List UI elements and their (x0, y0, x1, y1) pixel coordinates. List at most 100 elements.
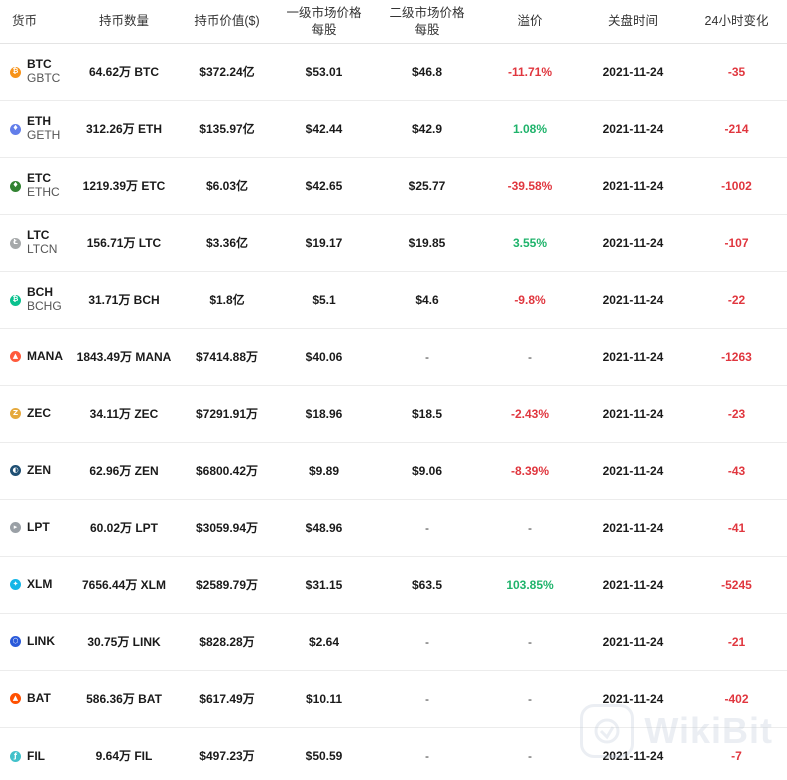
coin-symbol: ETC (27, 171, 51, 186)
header-premium: 溢价 (517, 14, 543, 29)
table-row[interactable]: ₿ BCH BCHG 31.71万 BCH $1.8亿 $5.1 $4.6 -9… (0, 272, 787, 329)
table-row[interactable]: ♦ ETH GETH 312.26万 ETH $135.97亿 $42.44 $… (0, 101, 787, 158)
premium-cell: - (528, 520, 532, 535)
secondary-price-cell: - (425, 691, 429, 706)
premium-cell: -2.43% (510, 406, 550, 421)
change-24h-cell: -35 (727, 64, 746, 79)
header-primary-price-line2: 每股 (311, 22, 337, 37)
table-row[interactable]: ▲ BAT 586.36万 BAT $617.49万 $10.11 - - 20… (0, 671, 787, 728)
secondary-price-cell: - (425, 749, 429, 764)
table-row[interactable]: ƒ FIL 9.64万 FIL $497.23万 $50.59 - - 2021… (0, 728, 787, 780)
holdings-cell: 312.26万 ETH (85, 121, 163, 136)
secondary-price-cell: $42.9 (411, 121, 443, 136)
coin: ♦ ETH GETH (10, 114, 60, 143)
change-24h-cell: -1263 (721, 349, 752, 364)
value-cell: $135.97亿 (199, 121, 255, 136)
coin-names: XLM (27, 577, 52, 592)
premium-cell: - (528, 634, 532, 649)
coin-cell[interactable]: Z ZEC (0, 406, 68, 421)
table-row[interactable]: ♦ ETC ETHC 1219.39万 ETC $6.03亿 $42.65 $2… (0, 158, 787, 215)
premium-cell: -9.8% (514, 292, 546, 307)
header-24h-change: 24小时变化 (704, 14, 769, 29)
stellar-icon: ✦ (10, 579, 21, 591)
premium-cell: - (528, 349, 532, 364)
coin-names: ZEC (27, 406, 51, 421)
change-24h-cell: -402 (724, 691, 749, 706)
ethereum-classic-icon: ♦ (10, 180, 21, 192)
change-24h-cell: -23 (727, 406, 746, 421)
primary-price-cell: $42.44 (305, 121, 343, 136)
change-24h-cell: -41 (727, 520, 746, 535)
coin-names: BTC GBTC (27, 57, 60, 86)
coin: ✦ XLM (10, 577, 52, 592)
coin-symbol: ETH (27, 114, 51, 129)
change-24h-cell: -22 (727, 292, 746, 307)
zcash-icon: Z (10, 408, 21, 420)
coin: ♦ ETC ETHC (10, 171, 60, 200)
coin-cell[interactable]: ◐ ZEN (0, 463, 68, 478)
coin-cell[interactable]: ▸ LPT (0, 520, 68, 535)
secondary-price-cell: - (425, 349, 429, 364)
coin-names: LTC LTCN (27, 228, 57, 257)
coin-cell[interactable]: ♦ ETH GETH (0, 114, 68, 143)
primary-price-cell: $18.96 (305, 406, 343, 421)
secondary-price-cell: $25.77 (408, 178, 446, 193)
trust-ticker: ETHC (27, 185, 60, 199)
table-row[interactable]: ₿ BTC GBTC 64.62万 BTC $372.24亿 $53.01 $4… (0, 44, 787, 101)
secondary-price-cell: $46.8 (411, 64, 443, 79)
primary-price-cell: $31.15 (305, 577, 343, 592)
table-row[interactable]: ▲ MANA 1843.49万 MANA $7414.88万 $40.06 - … (0, 329, 787, 386)
trust-ticker: BCHG (27, 299, 62, 313)
secondary-price-cell: $63.5 (411, 577, 443, 592)
table-row[interactable]: Ł LTC LTCN 156.71万 LTC $3.36亿 $19.17 $19… (0, 215, 787, 272)
coin-names: ETH GETH (27, 114, 60, 143)
coin-cell[interactable]: ₿ BTC GBTC (0, 57, 68, 86)
premium-cell: - (528, 691, 532, 706)
coin-cell[interactable]: Ł LTC LTCN (0, 228, 68, 257)
close-time-cell: 2021-11-24 (602, 634, 664, 649)
table-body: ₿ BTC GBTC 64.62万 BTC $372.24亿 $53.01 $4… (0, 44, 787, 780)
coin-cell[interactable]: ⬡ LINK (0, 634, 68, 649)
coin-cell[interactable]: ▲ BAT (0, 691, 68, 706)
coin-cell[interactable]: ƒ FIL (0, 749, 68, 764)
close-time-cell: 2021-11-24 (602, 577, 664, 592)
table-row[interactable]: ⬡ LINK 30.75万 LINK $828.28万 $2.64 - - 20… (0, 614, 787, 671)
value-cell: $497.23万 (199, 749, 255, 764)
value-cell: $2589.79万 (195, 577, 259, 592)
close-time-cell: 2021-11-24 (602, 64, 664, 79)
holdings-cell: 7656.44万 XLM (81, 577, 167, 592)
header-coin: 货币 (12, 14, 38, 29)
holdings-cell: 1843.49万 MANA (76, 349, 172, 364)
primary-price-cell: $10.11 (305, 691, 343, 706)
header-holdings: 持币数量 (98, 14, 149, 29)
coin-symbol: ZEN (27, 463, 51, 478)
coin-cell[interactable]: ₿ BCH BCHG (0, 285, 68, 314)
close-time-cell: 2021-11-24 (602, 235, 664, 250)
value-cell: $6800.42万 (195, 463, 259, 478)
holdings-cell: 31.71万 BCH (88, 292, 160, 307)
primary-price-cell: $42.65 (305, 178, 343, 193)
holdings-cell: 1219.39万 ETC (82, 178, 166, 193)
primary-price-cell: $19.17 (305, 235, 343, 250)
premium-cell: - (528, 749, 532, 764)
change-24h-cell: -107 (724, 235, 749, 250)
table-row[interactable]: ✦ XLM 7656.44万 XLM $2589.79万 $31.15 $63.… (0, 557, 787, 614)
close-time-cell: 2021-11-24 (602, 349, 664, 364)
coin-symbol: LPT (27, 520, 50, 535)
secondary-price-cell: $18.5 (411, 406, 443, 421)
header-primary-price-line1: 一级市场价格 (286, 5, 362, 20)
change-24h-cell: -21 (727, 634, 746, 649)
value-cell: $3059.94万 (195, 520, 259, 535)
header-secondary-price-line1: 二级市场价格 (389, 5, 465, 20)
close-time-cell: 2021-11-24 (602, 520, 664, 535)
holdings-cell: 64.62万 BTC (88, 64, 160, 79)
coin-cell[interactable]: ▲ MANA (0, 349, 68, 364)
coin-cell[interactable]: ✦ XLM (0, 577, 68, 592)
coin-cell[interactable]: ♦ ETC ETHC (0, 171, 68, 200)
table-row[interactable]: ▸ LPT 60.02万 LPT $3059.94万 $48.96 - - 20… (0, 500, 787, 557)
holdings-cell: 586.36万 BAT (86, 691, 162, 706)
table-row[interactable]: Z ZEC 34.11万 ZEC $7291.91万 $18.96 $18.5 … (0, 386, 787, 443)
chainlink-icon: ⬡ (10, 636, 21, 648)
value-cell: $1.8亿 (209, 292, 245, 307)
table-row[interactable]: ◐ ZEN 62.96万 ZEN $6800.42万 $9.89 $9.06 -… (0, 443, 787, 500)
